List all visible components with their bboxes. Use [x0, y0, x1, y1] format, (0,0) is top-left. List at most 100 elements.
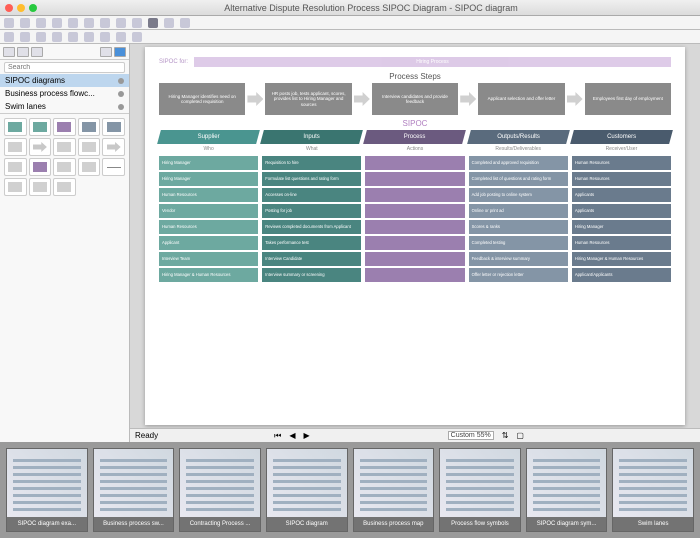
sipoc-cell[interactable]: Posting for job — [262, 204, 361, 218]
expand-icon[interactable] — [118, 91, 124, 97]
sipoc-cell[interactable]: Human Resources — [572, 236, 671, 250]
sidebar-item-1[interactable]: Business process flowc... — [0, 87, 129, 100]
minimize-icon[interactable] — [17, 4, 25, 12]
shape-arrow-1[interactable] — [29, 138, 52, 156]
shape-purple-1[interactable] — [53, 118, 76, 136]
sipoc-cell[interactable]: Applicants — [572, 188, 671, 202]
shape-gray-4[interactable] — [4, 158, 27, 176]
back-icon[interactable] — [132, 32, 142, 42]
shape-gray-8[interactable] — [29, 178, 52, 196]
shape-arrow-2[interactable] — [102, 138, 125, 156]
gallery-thumb-2[interactable]: Contracting Process ... — [179, 448, 261, 532]
gallery-thumb-4[interactable]: Business process map — [353, 448, 435, 532]
library-icon[interactable] — [3, 47, 15, 57]
align-right-icon[interactable] — [68, 32, 78, 42]
sipoc-cell[interactable]: Completed testing — [469, 236, 568, 250]
sipoc-cell[interactable] — [365, 204, 464, 218]
sipoc-cell[interactable] — [365, 188, 464, 202]
shape-gray-9[interactable] — [53, 178, 76, 196]
tool-arc-icon[interactable] — [100, 18, 110, 28]
align-center-icon[interactable] — [52, 32, 62, 42]
sipoc-cell[interactable]: Hiring Manager — [159, 172, 258, 186]
undo-icon[interactable] — [4, 32, 14, 42]
col-header-shape[interactable]: Supplier — [157, 130, 260, 144]
shape-gray-3[interactable] — [78, 138, 101, 156]
tool-connector-icon[interactable] — [84, 18, 94, 28]
sipoc-cell[interactable] — [365, 268, 464, 282]
shape-gray-7[interactable] — [4, 178, 27, 196]
sipoc-cell[interactable]: Hiring Manager — [159, 156, 258, 170]
tool-pointer-icon[interactable] — [4, 18, 14, 28]
gallery-thumb-3[interactable]: SIPOC diagram — [266, 448, 348, 532]
grid-icon[interactable] — [31, 47, 43, 57]
sipoc-cell[interactable]: Formulate list questions and rating form — [262, 172, 361, 186]
zoom-dropdown[interactable]: Custom 55% — [448, 431, 494, 440]
group-icon[interactable] — [84, 32, 94, 42]
sipoc-cell[interactable]: Interview Candidate — [262, 252, 361, 266]
shapes-icon[interactable] — [17, 47, 29, 57]
sipoc-cell[interactable]: Online or print ad — [469, 204, 568, 218]
shape-slate-2[interactable] — [102, 118, 125, 136]
expand-icon[interactable] — [118, 104, 124, 110]
search-input[interactable] — [4, 62, 125, 73]
page-nav-next-icon[interactable]: ▶ — [303, 431, 309, 440]
shape-slate-1[interactable] — [78, 118, 101, 136]
sipoc-cell[interactable]: Takes performance test — [262, 236, 361, 250]
shape-gray-6[interactable] — [78, 158, 101, 176]
sipoc-cell[interactable]: Vendor — [159, 204, 258, 218]
col-header-shape[interactable]: Customers — [570, 130, 673, 144]
gallery-thumb-6[interactable]: SIPOC diagram sym... — [526, 448, 608, 532]
maximize-icon[interactable] — [29, 4, 37, 12]
sipoc-cell[interactable]: Hiring Manager — [572, 220, 671, 234]
tool-curve-icon[interactable] — [116, 18, 126, 28]
shape-teal-1[interactable] — [4, 118, 27, 136]
search-toggle-icon[interactable] — [114, 47, 126, 57]
redo-icon[interactable] — [20, 32, 30, 42]
col-header-shape[interactable]: Inputs — [260, 130, 363, 144]
sipoc-cell[interactable]: Human Resources — [572, 172, 671, 186]
tool-table-icon[interactable] — [180, 18, 190, 28]
tool-image-icon[interactable] — [164, 18, 174, 28]
gallery-thumb-5[interactable]: Process flow symbols — [439, 448, 521, 532]
page-nav-prev-icon[interactable]: ◀ — [289, 431, 295, 440]
process-step-4[interactable]: Employees first day of employment — [585, 83, 671, 115]
expand-icon[interactable] — [118, 78, 124, 84]
gallery-thumb-7[interactable]: Swim lanes — [612, 448, 694, 532]
shape-gray-1[interactable] — [4, 138, 27, 156]
ungroup-icon[interactable] — [100, 32, 110, 42]
sipoc-cell[interactable] — [365, 236, 464, 250]
sipoc-cell[interactable]: Add job posting to online system — [469, 188, 568, 202]
tool-shape-icon[interactable] — [52, 18, 62, 28]
sipoc-cell[interactable]: Hiring Manager & Human Resources — [159, 268, 258, 282]
sipoc-cell[interactable]: Feedback & interview summary — [469, 252, 568, 266]
sipoc-cell[interactable]: Human Resources — [572, 156, 671, 170]
sipoc-cell[interactable]: Hiring Manager & Human Resources — [572, 252, 671, 266]
sipoc-cell[interactable]: Interview summary or screening — [262, 268, 361, 282]
canvas[interactable]: SIPOC for: Hiring Process Process Steps … — [130, 44, 700, 428]
front-icon[interactable] — [116, 32, 126, 42]
shape-gray-5[interactable] — [53, 158, 76, 176]
sipoc-cell[interactable]: Applicant — [159, 236, 258, 250]
sipoc-cell[interactable]: Interview Team — [159, 252, 258, 266]
tool-line-icon[interactable] — [68, 18, 78, 28]
fit-page-icon[interactable]: ▢ — [516, 431, 524, 440]
sipoc-cell[interactable] — [365, 172, 464, 186]
sipoc-cell[interactable]: Human Resources — [159, 188, 258, 202]
tool-text-icon[interactable] — [36, 18, 46, 28]
process-step-1[interactable]: HR posts job, tests applicant, scores, p… — [265, 83, 351, 115]
list-view-icon[interactable] — [100, 47, 112, 57]
sipoc-cell[interactable]: Completed list of questions and rating f… — [469, 172, 568, 186]
sipoc-cell[interactable]: Scores & ranks — [469, 220, 568, 234]
process-step-2[interactable]: Interview candidates and provide feedbac… — [372, 83, 458, 115]
sipoc-cell[interactable]: Completed and approved requisition — [469, 156, 568, 170]
process-step-3[interactable]: Applicant selection and offer letter — [478, 83, 564, 115]
tool-hand-icon[interactable] — [20, 18, 30, 28]
shape-gray-2[interactable] — [53, 138, 76, 156]
sidebar-item-2[interactable]: Swim lanes — [0, 100, 129, 113]
shape-line[interactable] — [102, 158, 125, 176]
sipoc-cell[interactable]: Offer letter or rejection letter — [469, 268, 568, 282]
col-header-shape[interactable]: Outputs/Results — [467, 130, 570, 144]
gallery-thumb-1[interactable]: Business process sw... — [93, 448, 175, 532]
sipoc-cell[interactable]: Human Resources — [159, 220, 258, 234]
close-icon[interactable] — [5, 4, 13, 12]
